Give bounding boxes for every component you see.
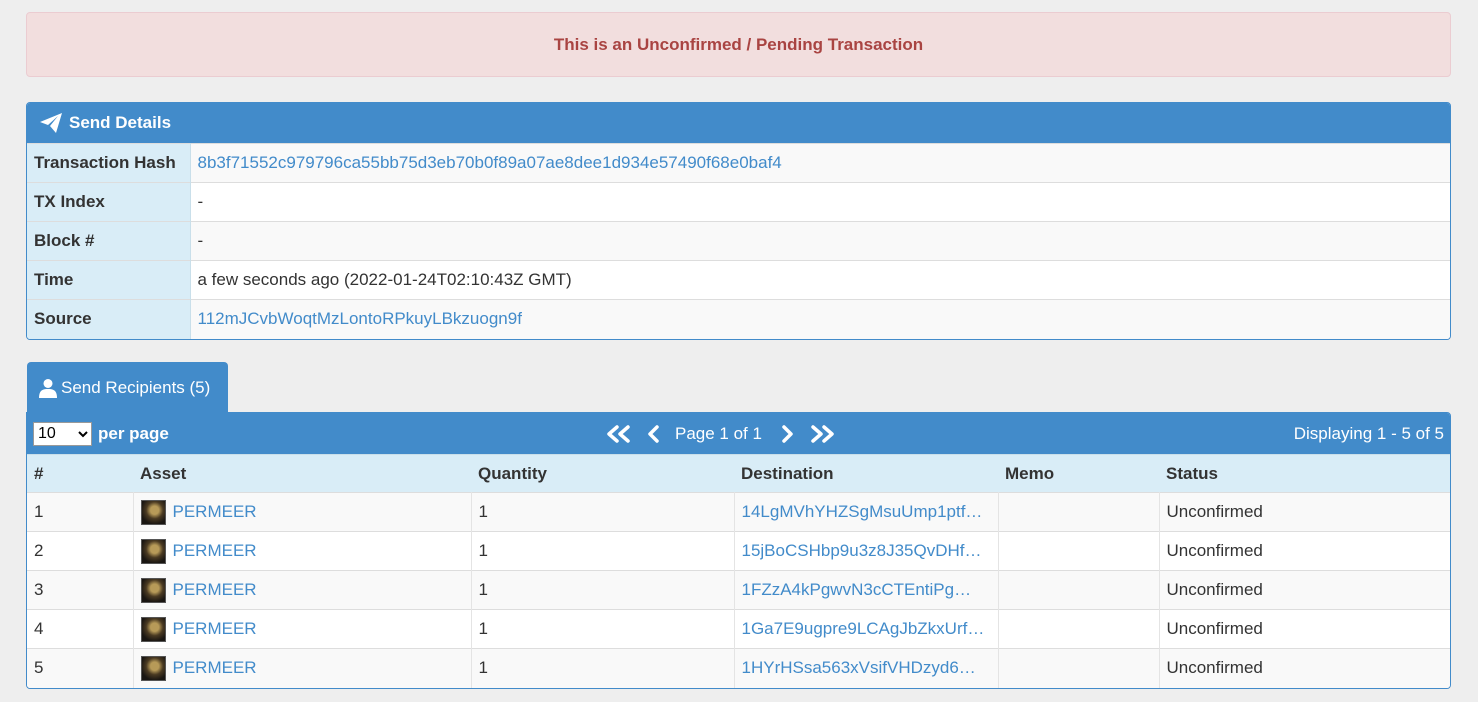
- last-page-button[interactable]: [810, 424, 836, 443]
- asset-link[interactable]: PERMEER: [173, 502, 257, 522]
- double-chevron-left-icon: [607, 424, 630, 443]
- tab-label: Send Recipients (5): [61, 378, 211, 397]
- quantity-cell: 1: [471, 492, 735, 532]
- destination-link[interactable]: 15jBoCSHbp9u3z8J35QvDHf…: [742, 541, 982, 560]
- tx-index-value: -: [190, 182, 1450, 222]
- per-page-label: per page: [98, 423, 169, 443]
- destination-link[interactable]: 1FZzA4kPgwvN3cCTEntiPg…: [742, 580, 972, 599]
- table-row: 3 PERMEER 1 1FZzA4kPgwvN3cCTEntiPg… Unco…: [27, 570, 1450, 610]
- detail-label: Source: [27, 299, 191, 339]
- column-header: Asset: [133, 454, 471, 493]
- destination-link[interactable]: 1Ga7E9ugpre9LCAgJbZkxUrf…: [742, 619, 985, 638]
- memo-cell: [998, 609, 1160, 649]
- chevron-left-icon: [648, 424, 659, 443]
- row-number: 3: [27, 570, 134, 610]
- quantity-cell: 1: [471, 609, 735, 649]
- chevron-right-icon: [782, 424, 793, 443]
- asset-image: [140, 499, 166, 525]
- detail-row-tx-hash: Transaction Hash 8b3f71552c979796ca55bb7…: [27, 143, 1450, 183]
- asset-link[interactable]: PERMEER: [173, 541, 257, 561]
- detail-row-time: Time a few seconds ago (2022-01-24T02:10…: [27, 260, 1450, 300]
- column-header: Destination: [734, 454, 998, 493]
- column-header: #: [27, 454, 133, 493]
- prev-page-button[interactable]: [647, 424, 661, 443]
- asset-image: [140, 616, 166, 642]
- row-number: 2: [27, 531, 134, 571]
- quantity-cell: 1: [471, 648, 735, 688]
- memo-cell: [998, 531, 1160, 571]
- pagination-toolbar: 10 per page Page 1 of 1 Displaying 1 - 5…: [27, 413, 1450, 454]
- destination-link[interactable]: 14LgMVhYHZSgMsuUmp1ptf…: [742, 502, 983, 521]
- table-row: 2 PERMEER 1 15jBoCSHbp9u3z8J35QvDHf… Unc…: [27, 531, 1450, 571]
- user-icon: [39, 379, 57, 398]
- quantity-cell: 1: [471, 570, 735, 610]
- memo-cell: [998, 492, 1160, 532]
- asset-link[interactable]: PERMEER: [173, 658, 257, 678]
- block-value: -: [190, 221, 1450, 261]
- double-chevron-right-icon: [811, 424, 834, 443]
- table-row: 1 PERMEER 1 14LgMVhYHZSgMsuUmp1ptf… Unco…: [27, 492, 1450, 532]
- tab-send-recipients[interactable]: Send Recipients (5): [27, 362, 228, 414]
- alert-text: This is an Unconfirmed / Pending Transac…: [553, 34, 924, 54]
- displaying-count: Displaying 1 - 5 of 5: [1293, 423, 1444, 443]
- detail-row-block: Block # -: [27, 221, 1450, 261]
- memo-cell: [998, 648, 1160, 688]
- time-value: a few seconds ago (2022-01-24T02:10:43Z …: [190, 260, 1450, 300]
- column-header: Memo: [998, 454, 1159, 493]
- send-details-heading: Send Details: [27, 103, 1450, 143]
- destination-link[interactable]: 1HYrHSsa563xVsifVHDzyd6…: [742, 658, 976, 677]
- detail-label: TX Index: [27, 182, 191, 222]
- transaction-hash-link[interactable]: 8b3f71552c979796ca55bb75d3eb70b0f89a07ae…: [198, 153, 782, 172]
- send-details-title: Send Details: [69, 113, 172, 132]
- quantity-cell: 1: [471, 531, 735, 571]
- pager: Page 1 of 1: [605, 424, 836, 444]
- next-page-button[interactable]: [780, 424, 794, 443]
- per-page-select[interactable]: 10: [33, 421, 92, 446]
- row-number: 5: [27, 648, 134, 688]
- detail-row-tx-index: TX Index -: [27, 182, 1450, 222]
- table-row: 5 PERMEER 1 1HYrHSsa563xVsifVHDzyd6… Unc…: [27, 648, 1450, 688]
- column-header: Status: [1159, 454, 1450, 493]
- source-address-link[interactable]: 112mJCvbWoqtMzLontoRPkuyLBkzuogn9f: [198, 309, 522, 328]
- detail-label: Time: [27, 260, 191, 300]
- status-cell: Unconfirmed: [1159, 531, 1450, 571]
- memo-cell: [998, 570, 1160, 610]
- table-header-row: # Asset Quantity Destination Memo Status: [27, 454, 1450, 493]
- asset-image: [140, 538, 166, 564]
- first-page-button[interactable]: [605, 424, 631, 443]
- detail-label: Block #: [27, 221, 191, 261]
- asset-link[interactable]: PERMEER: [173, 580, 257, 600]
- status-cell: Unconfirmed: [1159, 648, 1450, 688]
- row-number: 4: [27, 609, 134, 649]
- send-details-panel: Send Details Transaction Hash 8b3f71552c…: [26, 102, 1451, 340]
- recipients-table: # Asset Quantity Destination Memo Status…: [27, 454, 1450, 688]
- detail-label: Transaction Hash: [27, 143, 191, 183]
- asset-image: [140, 577, 166, 603]
- status-cell: Unconfirmed: [1159, 570, 1450, 610]
- send-recipients-panel: 10 per page Page 1 of 1 Displaying 1 - 5…: [26, 412, 1451, 689]
- status-cell: Unconfirmed: [1159, 492, 1450, 532]
- table-row: 4 PERMEER 1 1Ga7E9ugpre9LCAgJbZkxUrf… Un…: [27, 609, 1450, 649]
- send-details-table: Transaction Hash 8b3f71552c979796ca55bb7…: [27, 143, 1450, 339]
- row-number: 1: [27, 492, 134, 532]
- paper-plane-icon: [40, 113, 62, 133]
- column-header: Quantity: [471, 454, 734, 493]
- pending-transaction-alert: This is an Unconfirmed / Pending Transac…: [26, 12, 1451, 77]
- asset-image: [140, 655, 166, 681]
- page-indicator: Page 1 of 1: [675, 423, 762, 443]
- detail-row-source: Source 112mJCvbWoqtMzLontoRPkuyLBkzuogn9…: [27, 299, 1450, 339]
- status-cell: Unconfirmed: [1159, 609, 1450, 649]
- asset-link[interactable]: PERMEER: [173, 619, 257, 639]
